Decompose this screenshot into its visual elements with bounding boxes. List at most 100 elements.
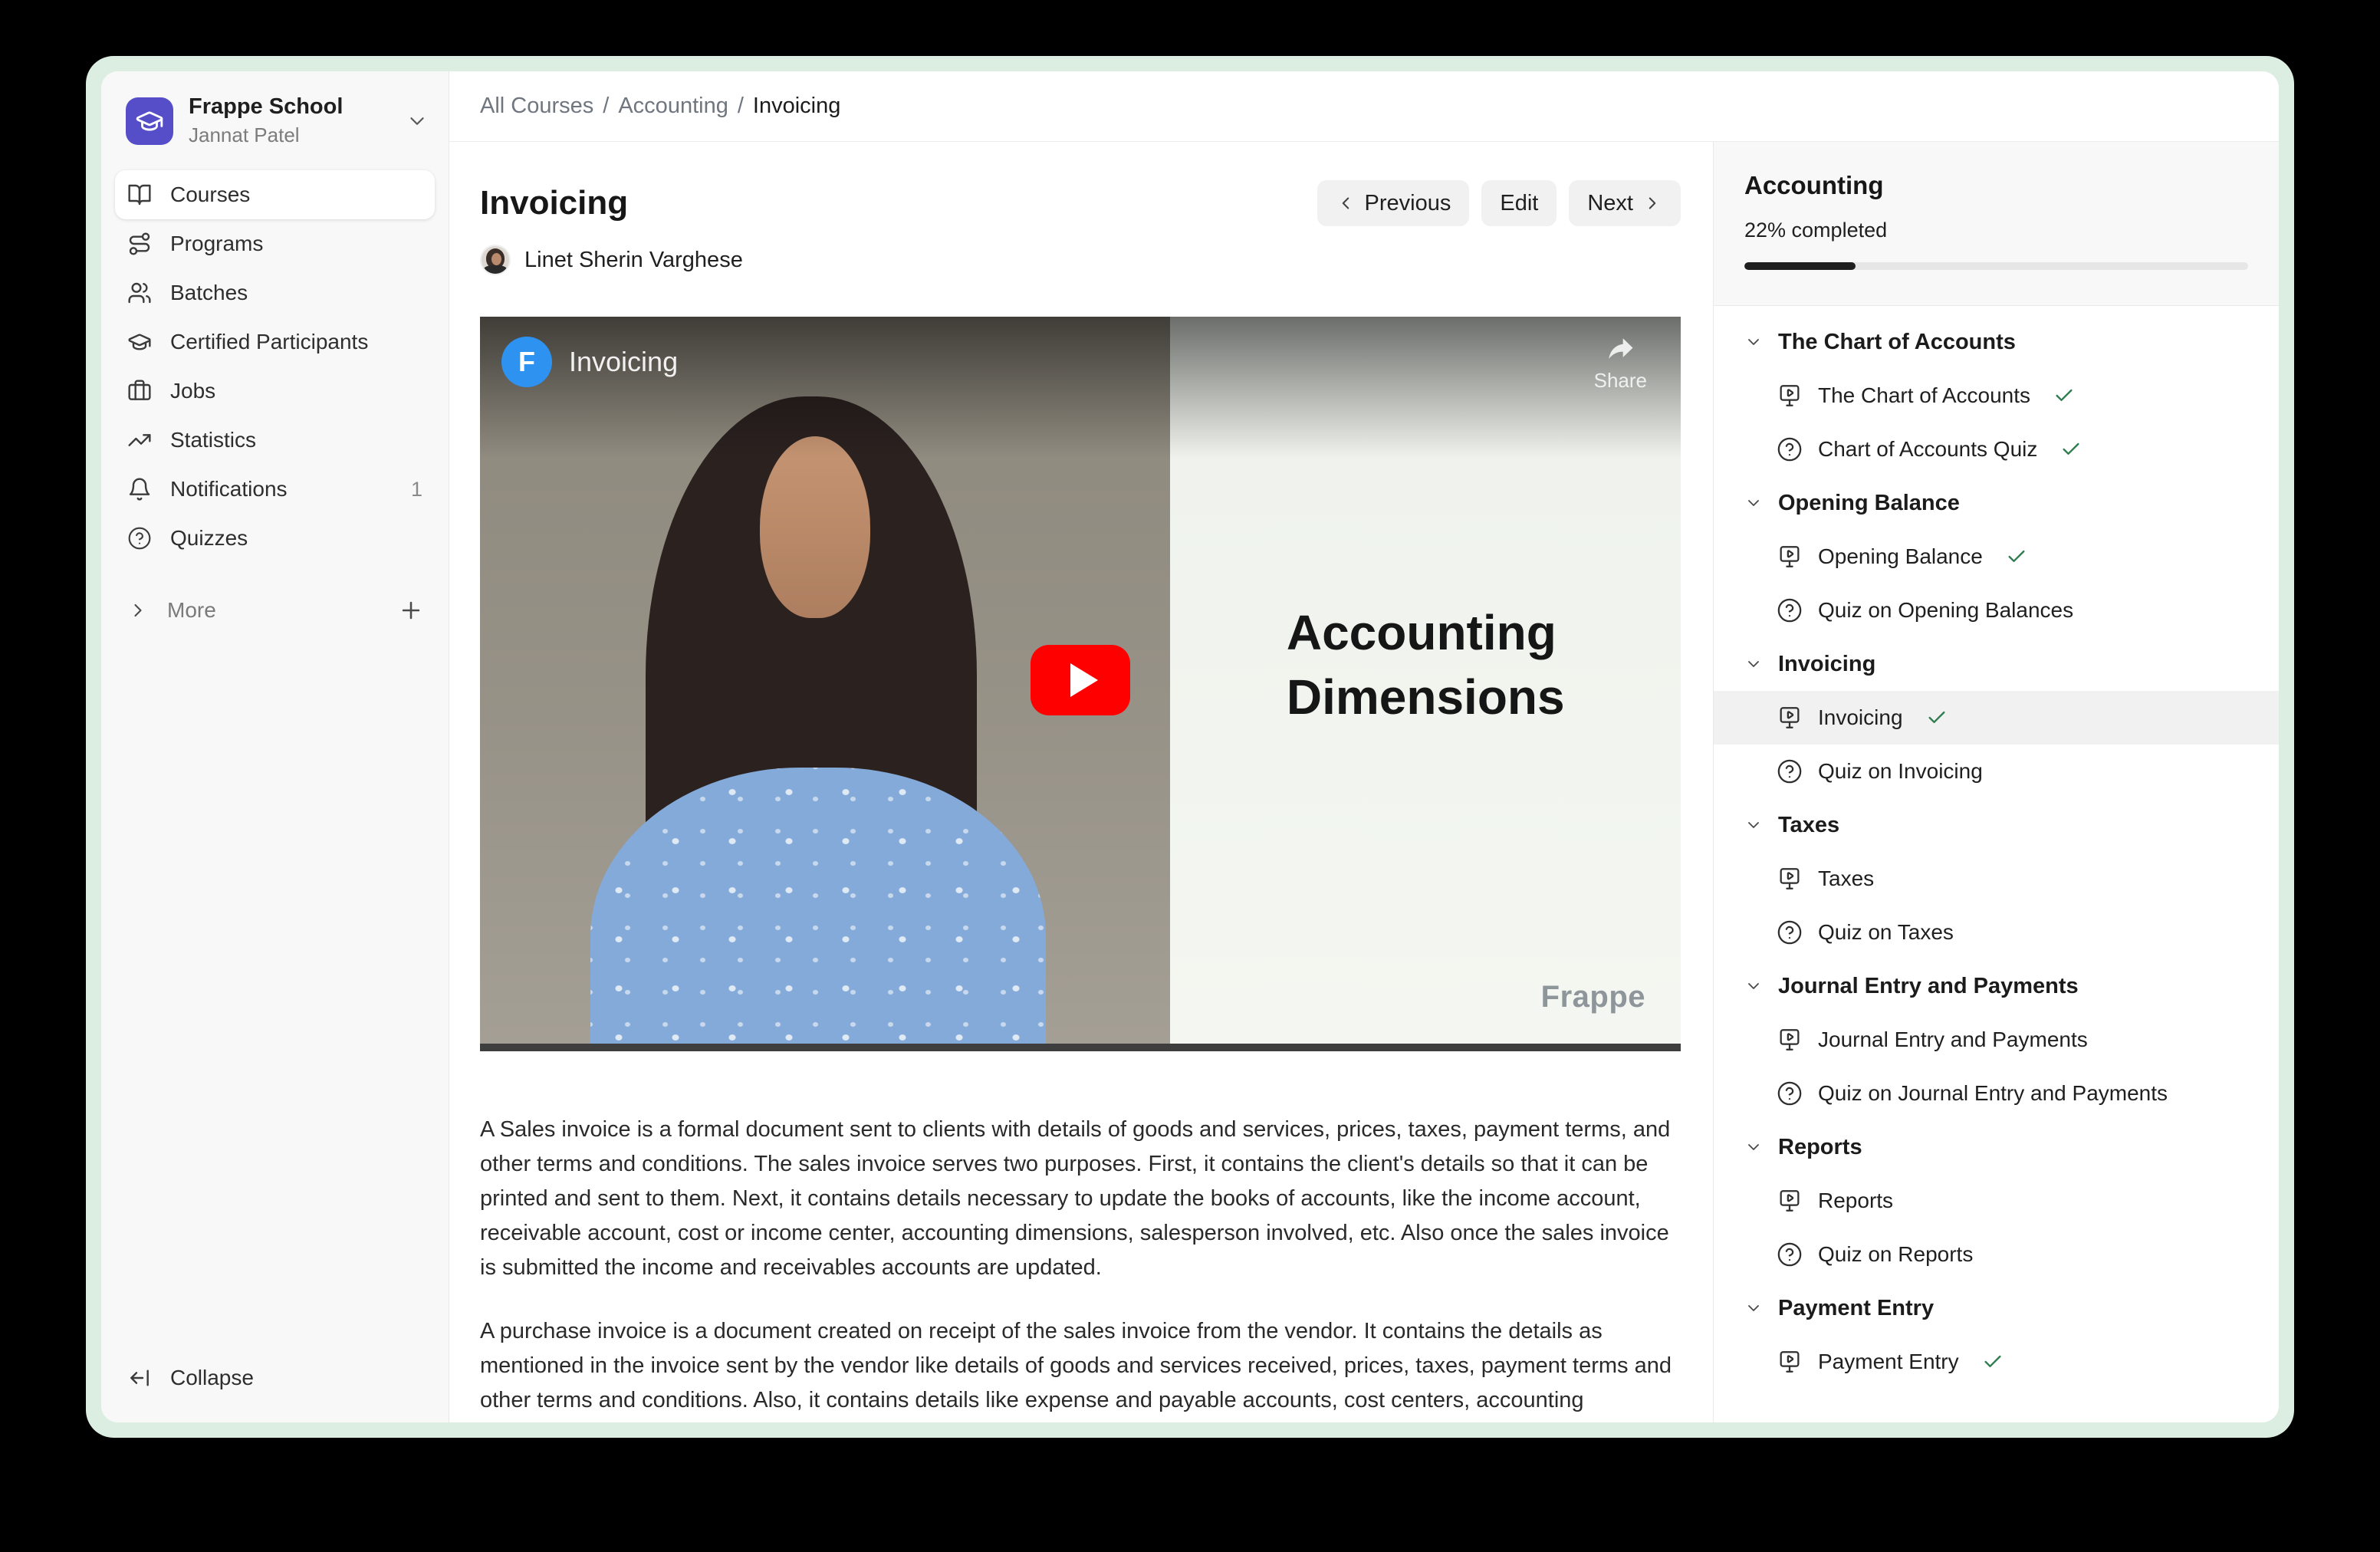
outline-section-payment-entry[interactable]: Payment Entry [1714,1281,2279,1335]
topbar: All Courses / Accounting / Invoicing [449,71,2279,142]
sidebar-item-label: Batches [170,281,248,305]
sidebar-item-label: Notifications [170,477,288,501]
app-window: Frappe School Jannat Patel Courses Progr… [86,56,2294,1438]
chevron-down-icon [1744,333,1763,351]
sidebar: Frappe School Jannat Patel Courses Progr… [101,71,449,1422]
monitor-play-icon [1777,866,1803,892]
chevron-left-icon [1336,193,1356,213]
play-icon [1070,663,1098,697]
progress-bar [1744,262,2248,270]
breadcrumb-separator: / [603,94,609,119]
help-circle-icon [1777,1241,1803,1268]
next-button[interactable]: Next [1569,180,1681,226]
outline-section-taxes[interactable]: Taxes [1714,798,2279,852]
lesson-main: Invoicing Previous Edit Next [449,142,1713,1422]
chevron-down-icon [1744,1299,1763,1317]
outline-quiz[interactable]: Quiz on Journal Entry and Payments [1714,1067,2279,1120]
monitor-play-icon [1777,705,1803,731]
help-circle-icon [1777,597,1803,623]
outline-lesson[interactable]: The Chart of Accounts [1714,369,2279,423]
briefcase-icon [127,379,152,403]
sidebar-item-batches[interactable]: Batches [115,268,435,317]
check-icon [2060,439,2082,460]
sidebar-item-label: Courses [170,182,250,207]
outline-lesson-current[interactable]: Invoicing [1714,691,2279,745]
collapse-sidebar-button[interactable]: Collapse [115,1353,435,1402]
chevron-down-icon [1744,977,1763,995]
course-progress-header: Accounting 22% completed [1714,142,2279,306]
course-title: Accounting [1744,171,2248,200]
channel-avatar[interactable]: F [501,337,552,387]
outline-lesson[interactable]: Payment Entry [1714,1335,2279,1389]
notifications-count-badge: 1 [411,478,422,501]
chevron-down-icon [1744,816,1763,834]
help-circle-icon [1777,1080,1803,1106]
outline-section-opening-balance[interactable]: Opening Balance [1714,476,2279,530]
sidebar-item-label: Jobs [170,379,215,403]
sidebar-item-jobs[interactable]: Jobs [115,367,435,416]
video-title-overlay[interactable]: Invoicing [569,346,678,378]
add-button[interactable] [387,597,435,623]
collapse-label: Collapse [170,1366,254,1390]
sidebar-more-toggle[interactable]: More [115,586,387,635]
lesson-paragraph: A purchase invoice is a document created… [480,1314,1681,1422]
workspace-switcher[interactable]: Frappe School Jannat Patel [101,71,449,159]
outline-quiz[interactable]: Quiz on Taxes [1714,906,2279,959]
sidebar-item-courses[interactable]: Courses [115,170,435,219]
app: Frappe School Jannat Patel Courses Progr… [101,71,2279,1422]
sidebar-item-statistics[interactable]: Statistics [115,416,435,465]
page-title: Invoicing [480,184,628,222]
breadcrumb-accounting[interactable]: Accounting [618,94,728,119]
sidebar-item-notifications[interactable]: Notifications 1 [115,465,435,514]
sidebar-item-certified-participants[interactable]: Certified Participants [115,317,435,367]
outline-section-journal-entry[interactable]: Journal Entry and Payments [1714,959,2279,1013]
breadcrumb-all-courses[interactable]: All Courses [480,94,593,119]
edit-button[interactable]: Edit [1481,180,1557,226]
breadcrumb-current: Invoicing [753,94,840,119]
monitor-play-icon [1777,1188,1803,1214]
content-wrap: All Courses / Accounting / Invoicing Inv… [449,71,2279,1422]
outline-lesson[interactable]: Opening Balance [1714,530,2279,584]
outline-quiz[interactable]: Quiz on Opening Balances [1714,584,2279,637]
help-circle-icon [1777,436,1803,462]
outline-quiz[interactable]: Quiz on Reports [1714,1228,2279,1281]
content-row: Invoicing Previous Edit Next [449,142,2279,1422]
brand-text: Frappe School Jannat Patel [189,94,390,147]
previous-button[interactable]: Previous [1317,180,1470,226]
check-icon [2053,385,2075,406]
outline-lesson[interactable]: Taxes [1714,852,2279,906]
author-row: Linet Sherin Varghese [480,245,1681,275]
slide-title: Accounting Dimensions [1287,600,1565,730]
share-button[interactable]: Share [1594,332,1647,393]
help-circle-icon [1777,919,1803,945]
sidebar-item-label: Statistics [170,428,256,452]
book-open-icon [127,182,152,207]
progress-label: 22% completed [1744,219,2248,242]
sidebar-item-label: Programs [170,232,263,256]
trending-up-icon [127,428,152,452]
video-player[interactable]: Accounting Dimensions Frappe F Invoicing [480,317,1681,1051]
lesson-paragraph: A Sales invoice is a formal document sen… [480,1113,1681,1285]
bell-icon [127,477,152,501]
outline-section-chart-of-accounts[interactable]: The Chart of Accounts [1714,315,2279,369]
monitor-play-icon [1777,1349,1803,1375]
chevron-right-icon [1642,193,1662,213]
users-icon [127,281,152,305]
sidebar-item-quizzes[interactable]: Quizzes [115,514,435,563]
sidebar-item-programs[interactable]: Programs [115,219,435,268]
play-button[interactable] [1031,645,1130,715]
brand-user: Jannat Patel [189,123,390,147]
course-outline-panel: Accounting 22% completed The Chart of Ac… [1713,142,2279,1422]
chevron-right-icon [127,600,149,621]
monitor-play-icon [1777,383,1803,409]
outline-lesson[interactable]: Journal Entry and Payments [1714,1013,2279,1067]
progress-bar-fill [1744,262,1856,270]
outline-lesson[interactable]: Reports [1714,1174,2279,1228]
outline-quiz[interactable]: Chart of Accounts Quiz [1714,423,2279,476]
outline-quiz[interactable]: Quiz on Invoicing [1714,745,2279,798]
outline-section-invoicing[interactable]: Invoicing [1714,637,2279,691]
sidebar-more-row: More [101,586,449,635]
outline-section-reports[interactable]: Reports [1714,1120,2279,1174]
sidebar-item-label: Certified Participants [170,330,368,354]
breadcrumb-separator: / [738,94,744,119]
